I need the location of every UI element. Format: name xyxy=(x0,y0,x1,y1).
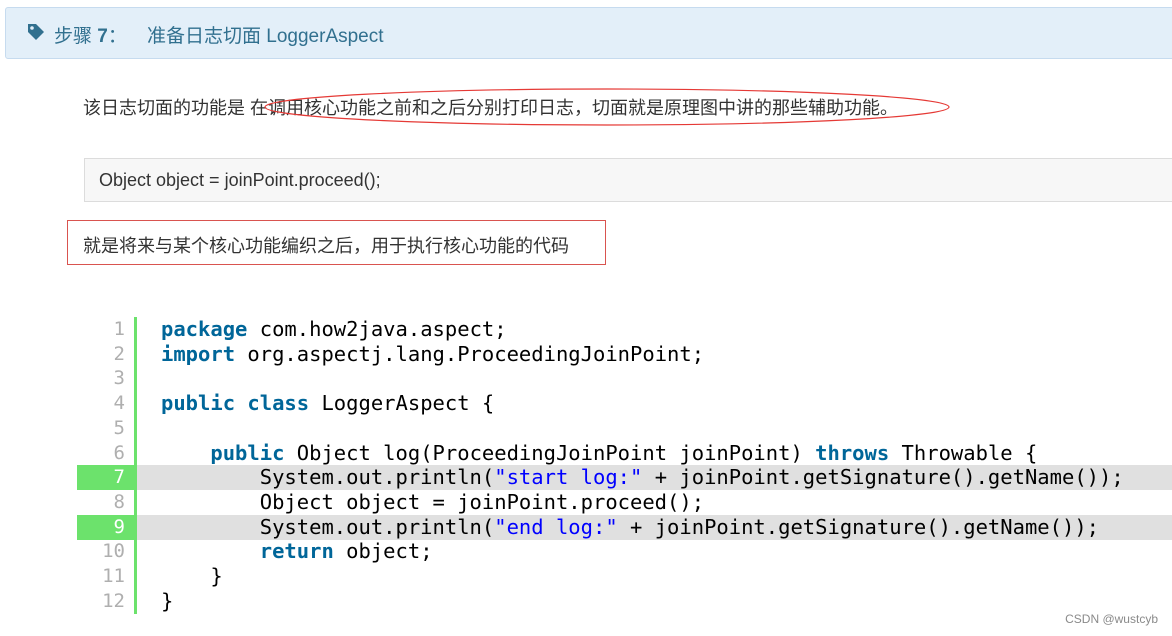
line-number: 1 xyxy=(113,318,125,340)
code-text: import org.aspectj.lang.ProceedingJoinPo… xyxy=(161,341,705,366)
line-number: 5 xyxy=(113,416,125,439)
code-text: return object; xyxy=(259,539,433,564)
line-number: 3 xyxy=(113,367,125,390)
code-text: public Object log(ProceedingJoinPoint jo… xyxy=(210,440,1038,465)
line-number: 7 xyxy=(113,466,125,489)
annotation-note: 就是将来与某个核心功能编织之后，用于执行核心功能的代码 xyxy=(83,236,569,256)
line-number: 4 xyxy=(113,392,125,415)
description-text: 该日志切面的功能是 在调用核心功能之前和之后分别打印日志，切面就是原理图中讲的那… xyxy=(83,98,898,118)
line-number: 8 xyxy=(113,490,125,513)
code-line: 2 import org.aspectj.lang.ProceedingJoinP… xyxy=(0,342,1172,367)
code-text: Object object = joinPoint.proceed(); xyxy=(161,489,705,514)
step-label: 步骤 7： xyxy=(54,26,127,47)
code-text: System.out.println("start log:" + joinPo… xyxy=(161,465,1124,490)
line-number: 10 xyxy=(102,540,125,563)
code-text: public class LoggerAspect { xyxy=(161,391,495,416)
step-header: 步骤 7： 准备日志切面 LoggerAspect xyxy=(5,7,1172,59)
code-snippet-box: Object object = joinPoint.proceed(); xyxy=(84,158,1172,202)
code-line: 3 xyxy=(0,366,1172,391)
line-number: 2 xyxy=(113,342,125,365)
line-number: 6 xyxy=(113,441,125,464)
code-text: package com.how2java.aspect; xyxy=(161,317,507,341)
code-line: 4 public class LoggerAspect { xyxy=(0,391,1172,416)
watermark: CSDN @wustcyb xyxy=(1065,612,1158,626)
code-text: } xyxy=(161,564,223,588)
code-text: } xyxy=(161,588,174,613)
code-line: 11 } xyxy=(0,564,1172,589)
code-line: 8 Object object = joinPoint.proceed(); xyxy=(0,490,1172,515)
code-line: 7 System.out.println("start log:" + join… xyxy=(0,465,1172,491)
line-number: 9 xyxy=(113,515,125,538)
step-title: 准备日志切面 LoggerAspect xyxy=(147,26,384,47)
code-line: 6 public Object log(ProceedingJoinPoint … xyxy=(0,441,1172,466)
code-snippet: Object object = joinPoint.proceed(); xyxy=(99,170,381,190)
code-line: 10 return object; xyxy=(0,539,1172,564)
code-line: 9 System.out.println("end log:" + joinPo… xyxy=(0,514,1172,540)
tag-icon xyxy=(28,24,44,40)
code-line: 5 xyxy=(0,416,1172,441)
line-number: 11 xyxy=(102,565,125,587)
line-number: 12 xyxy=(102,589,125,612)
step-number: 7 xyxy=(97,26,108,47)
code-line: 1 package com.how2java.aspect; xyxy=(0,317,1172,342)
code-line: 12} xyxy=(0,589,1172,614)
annotation-note-box: 就是将来与某个核心功能编织之后，用于执行核心功能的代码 xyxy=(67,220,606,265)
code-text: System.out.println("end log:" + joinPoin… xyxy=(161,514,1100,539)
